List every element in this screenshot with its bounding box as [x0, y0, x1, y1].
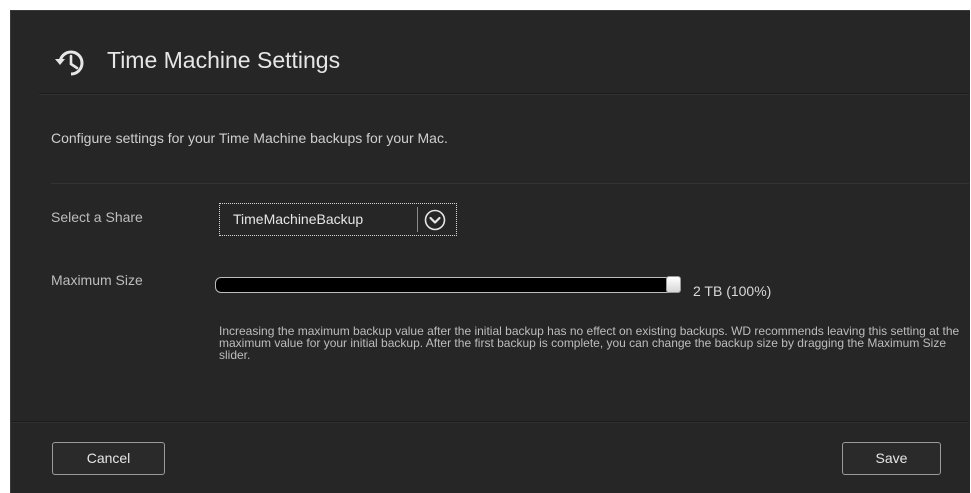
maximum-size-slider[interactable] — [215, 276, 681, 294]
save-button[interactable]: Save — [842, 442, 941, 475]
time-machine-settings-dialog: Time Machine Settings Configure settings… — [10, 10, 970, 493]
slider-track[interactable] — [215, 277, 675, 293]
share-select-value: TimeMachineBackup — [233, 211, 364, 227]
dialog-header: Time Machine Settings — [39, 29, 969, 94]
history-clock-icon — [55, 50, 84, 76]
maximum-size-label: Maximum Size — [51, 272, 143, 288]
share-select[interactable]: TimeMachineBackup — [219, 203, 457, 236]
footer-divider — [11, 421, 969, 422]
select-separator — [417, 207, 418, 232]
slider-handle[interactable] — [666, 276, 681, 293]
cancel-button[interactable]: Cancel — [52, 442, 165, 475]
page-title: Time Machine Settings — [107, 47, 341, 73]
maximum-size-note: Increasing the maximum backup value afte… — [219, 324, 960, 362]
dialog-description: Configure settings for your Time Machine… — [51, 130, 448, 146]
chevron-down-circle-icon[interactable] — [424, 209, 446, 231]
select-share-label: Select a Share — [51, 209, 143, 225]
maximum-size-value: 2 TB (100%) — [693, 283, 772, 299]
section-divider — [51, 183, 969, 184]
